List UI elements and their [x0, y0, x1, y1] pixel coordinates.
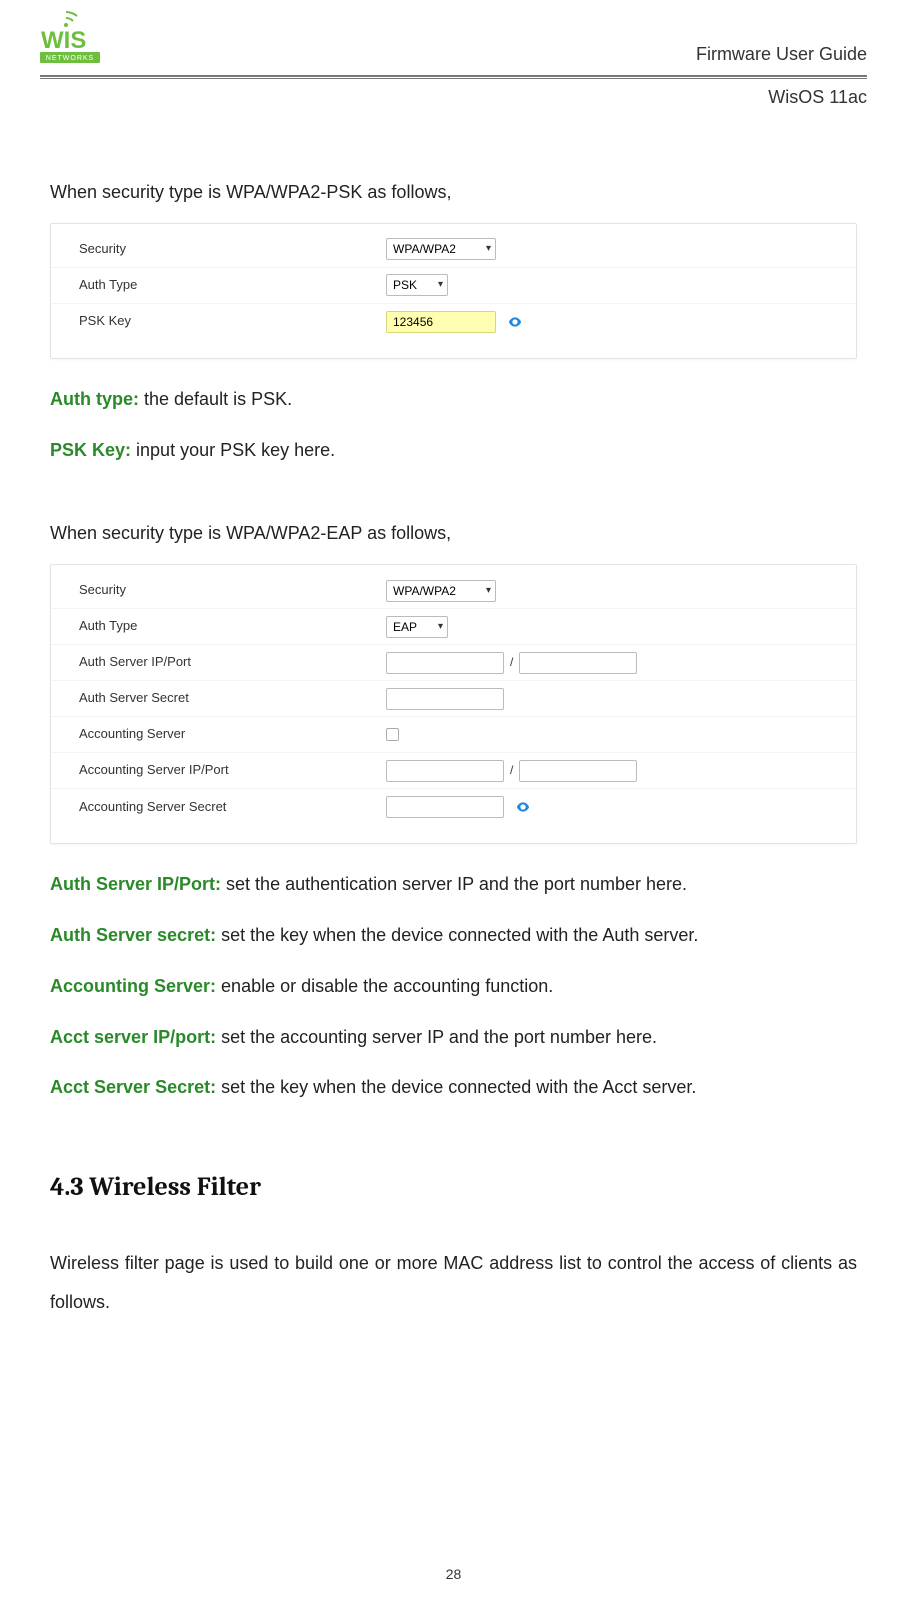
row-psk-key: PSK Key [51, 304, 856, 340]
eap-security-select[interactable]: WPA/WPA2 [386, 580, 496, 602]
label-security: Security [51, 239, 386, 260]
desc-acct-server-secret: Acct Server Secret: set the key when the… [50, 1073, 857, 1102]
desc-auth-server-secret: Auth Server secret: set the key when the… [50, 921, 857, 950]
row-eap-auth-type: Auth Type EAP [51, 609, 856, 645]
security-select-wrap[interactable]: WPA/WPA2 [386, 238, 496, 260]
label-auth-server-secret: Auth Server Secret [51, 688, 386, 709]
acct-server-secret-input[interactable] [386, 796, 504, 818]
psk-key-input[interactable] [386, 311, 496, 333]
auth-server-port-input[interactable] [519, 652, 637, 674]
psk-config-panel: Security WPA/WPA2 Auth Type PSK PSK [50, 223, 857, 359]
auth-type-select-wrap[interactable]: PSK [386, 274, 448, 296]
row-auth-type: Auth Type PSK [51, 268, 856, 304]
eap-config-panel: Security WPA/WPA2 Auth Type EAP Auth [50, 564, 857, 844]
toggle-visibility-icon[interactable] [506, 313, 524, 331]
auth-server-ip-input[interactable] [386, 652, 504, 674]
desc-auth-server-ip-port: Auth Server IP/Port: set the authenticat… [50, 870, 857, 899]
slash-sep: / [510, 653, 513, 672]
accounting-server-checkbox[interactable] [386, 728, 399, 741]
toggle-visibility-icon-2[interactable] [514, 798, 532, 816]
intro-psk-text: When security type is WPA/WPA2-PSK as fo… [50, 178, 857, 207]
label-acct-server-ip-port: Accounting Server IP/Port [51, 760, 386, 781]
auth-type-select[interactable]: PSK [386, 274, 448, 296]
slash-sep-2: / [510, 761, 513, 780]
security-select[interactable]: WPA/WPA2 [386, 238, 496, 260]
acct-server-port-input[interactable] [519, 760, 637, 782]
label-auth-server-ip-port: Auth Server IP/Port [51, 652, 386, 673]
section-heading: 4.3 Wireless Filter [50, 1167, 857, 1209]
label-acct-server-secret: Accounting Server Secret [51, 797, 386, 818]
brand-text-top: WIS [41, 27, 86, 54]
page-content: When security type is WPA/WPA2-PSK as fo… [0, 108, 907, 1323]
eap-auth-type-select[interactable]: EAP [386, 616, 448, 638]
desc-psk-key: PSK Key: input your PSK key here. [50, 436, 857, 465]
acct-server-ip-input[interactable] [386, 760, 504, 782]
eap-security-select-wrap[interactable]: WPA/WPA2 [386, 580, 496, 602]
label-eap-security: Security [51, 580, 386, 601]
label-accounting-server: Accounting Server [51, 724, 386, 745]
eap-auth-type-select-wrap[interactable]: EAP [386, 616, 448, 638]
row-acct-server-ip-port: Accounting Server IP/Port / [51, 753, 856, 789]
row-security: Security WPA/WPA2 [51, 232, 856, 268]
row-auth-server-ip-port: Auth Server IP/Port / [51, 645, 856, 681]
brand-text-bottom: NETWORKS [46, 55, 94, 62]
desc-acct-server-ip-port: Acct server IP/port: set the accounting … [50, 1023, 857, 1052]
wis-networks-logo-icon: WIS NETWORKS [40, 10, 100, 65]
intro-eap-text: When security type is WPA/WPA2-EAP as fo… [50, 519, 857, 548]
header-subtitle: WisOS 11ac [0, 79, 907, 108]
brand-logo: WIS NETWORKS [40, 10, 100, 65]
label-psk-key: PSK Key [51, 311, 386, 332]
row-accounting-server: Accounting Server [51, 717, 856, 753]
row-auth-server-secret: Auth Server Secret [51, 681, 856, 717]
row-acct-server-secret: Accounting Server Secret [51, 789, 856, 825]
header-title: Firmware User Guide [696, 44, 867, 65]
row-eap-security: Security WPA/WPA2 [51, 573, 856, 609]
label-eap-auth-type: Auth Type [51, 616, 386, 637]
auth-server-secret-input[interactable] [386, 688, 504, 710]
page-number: 28 [0, 1566, 907, 1582]
desc-auth-type: Auth type: the default is PSK. [50, 385, 857, 414]
desc-accounting-server: Accounting Server: enable or disable the… [50, 972, 857, 1001]
section-body: Wireless filter page is used to build on… [50, 1244, 857, 1323]
label-auth-type: Auth Type [51, 275, 386, 296]
page-header: WIS NETWORKS Firmware User Guide [0, 0, 907, 71]
